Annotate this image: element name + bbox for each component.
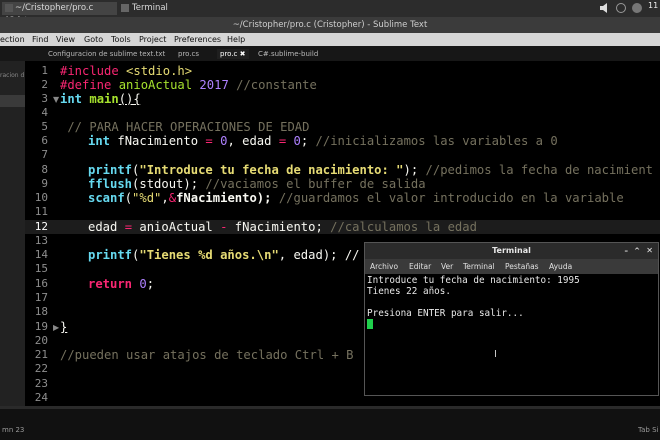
line-number: 15 <box>34 262 48 275</box>
line-number: 6 <box>41 134 48 147</box>
menu-view[interactable]: View <box>56 33 75 46</box>
line-number: 22 <box>34 362 48 375</box>
line-number: 9 <box>41 177 48 190</box>
code-line: return 0; <box>88 277 155 291</box>
terminal-menu-ver[interactable]: Ver <box>441 259 453 274</box>
line-number: 17 <box>34 291 48 304</box>
close-icon[interactable]: ✕ <box>646 243 653 259</box>
terminal-menu-archivo[interactable]: Archivo <box>370 259 398 274</box>
line-number-gutter: 1 2 3 4 5 6 7 8 9 10 11 12 13 14 15 16 1… <box>25 61 50 406</box>
line-number: 19 <box>34 320 48 333</box>
code-line: int fNacimiento = 0, edad = 0; //inicial… <box>88 134 558 148</box>
line-number: 1 <box>41 64 48 77</box>
terminal-menu-editar[interactable]: Editar <box>409 259 431 274</box>
tab-config[interactable]: Configuracion de sublime text.txt <box>48 49 165 59</box>
code-line: fflush(stdout); //vaciamos el buffer de … <box>88 177 426 191</box>
clock[interactable]: 11 <box>648 1 658 10</box>
line-number: 21 <box>34 348 48 361</box>
status-bar: mn 23 Tab Si <box>0 406 660 440</box>
terminal-cursor <box>367 319 373 329</box>
menu-help[interactable]: Help <box>227 33 245 46</box>
terminal-menu-terminal[interactable]: Terminal <box>463 259 495 274</box>
line-number: 8 <box>41 163 48 176</box>
line-number-current: 12 <box>34 220 48 233</box>
line-number: 13 <box>34 234 48 247</box>
menu-preferences[interactable]: Preferences <box>174 33 221 46</box>
status-position: mn 23 <box>2 426 25 434</box>
line-number: 5 <box>41 120 48 133</box>
terminal-output-line: Presiona ENTER para salir... <box>367 308 524 319</box>
mouse-ibeam-icon: I <box>494 349 497 360</box>
fold-arrow-icon[interactable]: ▶ <box>53 323 59 332</box>
app-icon <box>5 3 13 12</box>
sidebar: racion d <box>0 61 25 406</box>
code-line: #include <stdio.h> <box>60 64 193 78</box>
taskbar-item-sublime[interactable]: ~/Cristopher/pro.c (Crist… <box>2 2 117 26</box>
terminal-menu-bar: Archivo Editar Ver Terminal Pestañas Ayu… <box>365 259 658 274</box>
line-number: 7 <box>41 148 48 161</box>
code-line: int main(){ <box>60 92 141 106</box>
code-line: printf("Tienes %d años.\n", edad); // <box>88 248 360 262</box>
terminal-titlebar[interactable]: Terminal – ^ ✕ <box>365 243 658 259</box>
terminal-output-line: Introduce tu fecha de nacimiento: 1995 <box>367 275 580 286</box>
window-title: ~/Cristopher/pro.c (Cristopher) - Sublim… <box>0 17 660 33</box>
line-number: 18 <box>34 305 48 318</box>
line-number: 11 <box>34 205 48 218</box>
line-number: 4 <box>41 106 48 119</box>
tab-build[interactable]: C#.sublime-build <box>258 49 318 59</box>
terminal-menu-ayuda[interactable]: Ayuda <box>549 259 572 274</box>
code-line: } <box>60 320 68 334</box>
network-icon[interactable] <box>616 3 626 13</box>
line-number: 20 <box>34 334 48 347</box>
volume-icon[interactable] <box>600 2 610 14</box>
horizontal-scrollbar[interactable] <box>0 406 660 409</box>
code-line: scanf("%d",&fNacimiento); //guardamos el… <box>88 191 624 205</box>
code-line: //pueden usar atajos de teclado Ctrl + B <box>60 348 354 362</box>
menu-find[interactable]: Find <box>32 33 48 46</box>
status-tab-size[interactable]: Tab Si <box>638 426 658 434</box>
fold-arrow-icon[interactable]: ▼ <box>53 95 59 104</box>
sidebar-item[interactable]: racion d <box>0 72 24 79</box>
tab-pro-c[interactable]: pro.c ✖ <box>217 49 249 59</box>
menu-selection[interactable]: ection <box>0 33 25 46</box>
code-line: printf("Introduce tu fecha de nacimiento… <box>88 163 654 177</box>
taskbar: ~/Cristopher/pro.c (Crist… Terminal 11 <box>0 0 660 26</box>
line-number: 14 <box>34 248 48 261</box>
terminal-menu-pestanas[interactable]: Pestañas <box>505 259 539 274</box>
code-line: #define anioActual 2017 //constante <box>60 78 317 92</box>
line-number: 23 <box>34 377 48 390</box>
power-icon[interactable] <box>632 3 642 13</box>
line-number: 10 <box>34 191 48 204</box>
line-number: 24 <box>34 391 48 404</box>
menu-tools[interactable]: Tools <box>111 33 131 46</box>
menu-goto[interactable]: Goto <box>84 33 103 46</box>
sidebar-item-selected[interactable] <box>0 95 25 107</box>
tab-bar: Configuracion de sublime text.txt pro.cs… <box>0 46 660 61</box>
minimize-icon[interactable]: – <box>625 243 629 259</box>
code-line: edad = anioActual - fNacimiento; //calcu… <box>88 220 477 234</box>
maximize-icon[interactable]: ^ <box>634 243 640 259</box>
menu-project[interactable]: Project <box>139 33 166 46</box>
terminal-window[interactable]: Terminal – ^ ✕ Archivo Editar Ver Termin… <box>364 242 659 396</box>
tab-pro-cs[interactable]: pro.cs <box>178 49 199 59</box>
line-number: 3 <box>41 92 48 105</box>
taskbar-item-terminal[interactable]: Terminal <box>118 2 181 15</box>
terminal-icon <box>121 3 129 12</box>
line-number: 2 <box>41 78 48 91</box>
close-icon[interactable]: ✖ <box>240 50 246 58</box>
line-number: 16 <box>34 277 48 290</box>
terminal-output-line: Tienes 22 años. <box>367 286 451 297</box>
menu-bar: ection Find View Goto Tools Project Pref… <box>0 33 660 46</box>
code-line: // PARA HACER OPERACIONES DE EDAD <box>60 120 310 134</box>
